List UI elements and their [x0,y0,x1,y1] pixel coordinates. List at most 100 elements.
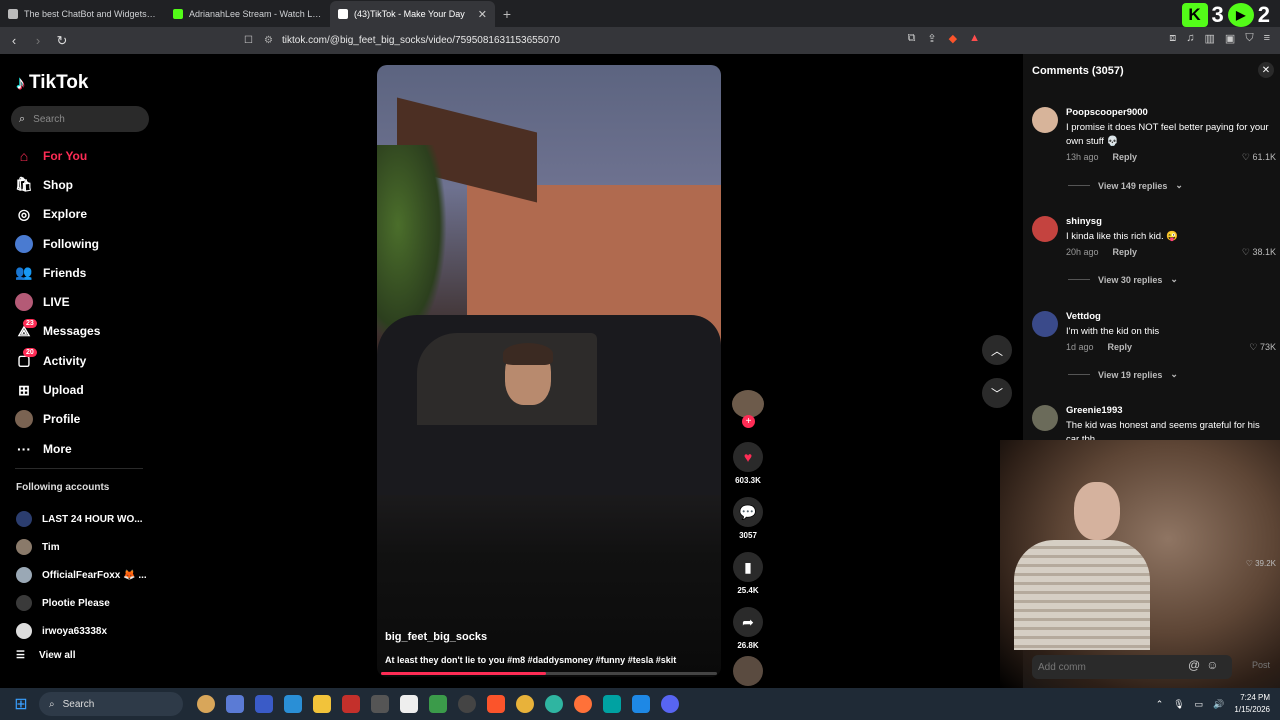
browser-tab-tiktok[interactable]: (43)TikTok - Make Your Day ✕ [330,1,495,27]
nav-messages[interactable]: ⟁ 23 Messages [15,317,155,346]
reply-button[interactable]: Reply [1108,342,1133,352]
app-icon[interactable] [255,695,273,713]
creator-avatar[interactable]: + [732,390,764,428]
app-icon[interactable] [342,695,360,713]
discord-icon[interactable] [661,695,679,713]
new-tab-button[interactable]: + [495,1,519,27]
taskbar-search[interactable]: ⌕ Search [39,692,183,716]
close-icon[interactable]: ✕ [1258,62,1274,78]
brave-icon[interactable] [487,695,505,713]
comment-likes[interactable]: ♡ 73K [1249,342,1276,353]
following-account-item[interactable]: irwoya63338x [16,617,156,645]
reply-button[interactable]: Reply [1113,152,1138,162]
nav-activity[interactable]: ▢ 20 Activity [15,346,155,375]
nav-shop[interactable]: 🛍 Shop [15,170,155,199]
video-progress-bar[interactable] [381,672,717,675]
previous-video-button[interactable]: ︿ [982,335,1012,365]
share-icon[interactable]: ⇪ [927,32,936,45]
vpn-icon[interactable]: ⛉ [1245,32,1253,45]
comment-likes[interactable]: ♡ 38.1K [1242,247,1276,258]
comment-user[interactable]: shinysg [1066,216,1102,227]
extensions-icon[interactable]: ⧈ [1169,32,1176,45]
chrome-icon[interactable] [516,695,534,713]
nav-explore[interactable]: ◎ Explore [15,200,155,229]
app-icon[interactable] [197,695,215,713]
save-button[interactable]: ▮ [733,552,763,582]
following-account-item[interactable]: Plootie Please [16,589,156,617]
volume-icon[interactable]: 🔊 [1213,699,1224,710]
emoji-icon[interactable]: ☺ [1206,658,1218,672]
view-replies-button[interactable]: View 30 replies ⌄ [1068,274,1178,285]
sidebar-icon[interactable]: ▥ [1205,32,1215,45]
sound-disc-icon[interactable] [733,656,763,686]
browser-tab-chatbot[interactable]: The best ChatBot and Widgets for Ki [0,1,165,27]
folder-icon[interactable] [313,695,331,713]
share-button[interactable]: ➦ [733,607,763,637]
comment-user[interactable]: Poopscooper9000 [1066,107,1148,118]
comment-button[interactable]: 💬 [733,497,763,527]
chevron-up-icon[interactable]: ⌃ [1156,699,1164,710]
comment-time: 1d ago [1066,342,1094,352]
like-button[interactable]: ♥ [733,442,763,472]
app-icon[interactable] [226,695,244,713]
view-replies-button[interactable]: View 149 replies ⌄ [1068,180,1183,191]
next-video-button[interactable]: ﹀ [982,378,1012,408]
following-account-item[interactable]: LAST 24 HOUR WO... [16,505,156,533]
clock[interactable]: 7:24 PM 1/15/2026 [1234,692,1270,716]
firefox-icon[interactable] [574,695,592,713]
url-text[interactable]: tiktok.com/@big_feet_big_socks/video/759… [282,35,560,46]
network-icon[interactable]: ▭ [1195,699,1204,710]
video-player[interactable]: big_feet_big_socks At least they don't l… [377,65,721,677]
post-button[interactable]: Post [1252,660,1270,670]
wallet-icon[interactable]: ▣ [1225,32,1235,45]
nav-more[interactable]: ··· More [15,434,155,463]
nav-profile[interactable]: Profile [15,405,155,434]
brave-rewards-icon[interactable]: ▲ [969,32,980,45]
nav-for-you[interactable]: ⌂ For You [15,141,155,170]
reload-icon[interactable]: ↻ [52,33,72,49]
windows-start-icon[interactable]: ⊞ [7,694,35,714]
comment-user[interactable]: Greenie1993 [1066,405,1123,416]
avatar[interactable] [1032,107,1058,133]
address-bar[interactable]: ☐ ⚙ tiktok.com/@big_feet_big_socks/video… [244,29,990,51]
following-account-item[interactable]: OfficialFearFoxx 🦊 ... [16,561,156,589]
avatar[interactable] [1032,405,1058,431]
video-author[interactable]: big_feet_big_socks [385,631,487,643]
forward-icon[interactable]: › [28,33,48,48]
nav-live[interactable]: LIVE [15,287,155,316]
avatar[interactable] [1032,216,1058,242]
nav-label: Profile [43,412,81,427]
reply-button[interactable]: Reply [1113,247,1138,257]
edge-icon[interactable] [545,695,563,713]
close-tab-icon[interactable]: ✕ [478,8,487,21]
app-icon[interactable] [371,695,389,713]
app-icon[interactable] [284,695,302,713]
nav-following[interactable]: Following [15,229,155,258]
obs-icon[interactable] [458,695,476,713]
avatar[interactable] [1032,311,1058,337]
comment-user[interactable]: Vettdog [1066,311,1101,322]
view-replies-button[interactable]: View 19 replies ⌄ [1068,369,1178,380]
app-icon[interactable] [603,695,621,713]
search-input[interactable]: ⌕ Search [11,106,149,132]
comment-likes[interactable]: ♡ 61.1K [1242,152,1276,163]
nav-upload[interactable]: ⊞ Upload [15,375,155,404]
back-icon[interactable]: ‹ [4,33,24,48]
mention-icon[interactable]: @ [1188,658,1200,672]
brave-shield-icon[interactable]: ◆ [949,32,957,45]
nav-friends[interactable]: 👥 Friends [15,258,155,287]
microphone-icon[interactable]: 🎙 [1173,699,1184,710]
site-info-icon[interactable]: ⚙ [264,35,282,46]
app-icon[interactable] [429,695,447,713]
browser-tab-kick-stream[interactable]: AdrianahLee Stream - Watch Live on [165,1,330,27]
follow-plus-icon[interactable]: + [742,415,755,428]
bookmark-icon[interactable]: ☐ [244,35,264,46]
view-all-link[interactable]: ☰ View all [16,650,75,661]
vscode-icon[interactable] [632,695,650,713]
following-account-item[interactable]: Tim [16,533,156,561]
tiktok-logo[interactable]: ♪ TikTok [16,72,88,94]
media-icon[interactable]: ⧉ [908,32,916,45]
menu-icon[interactable]: ≡ [1264,32,1270,45]
capcut-icon[interactable] [400,695,418,713]
music-icon[interactable]: ♫ [1186,32,1194,45]
